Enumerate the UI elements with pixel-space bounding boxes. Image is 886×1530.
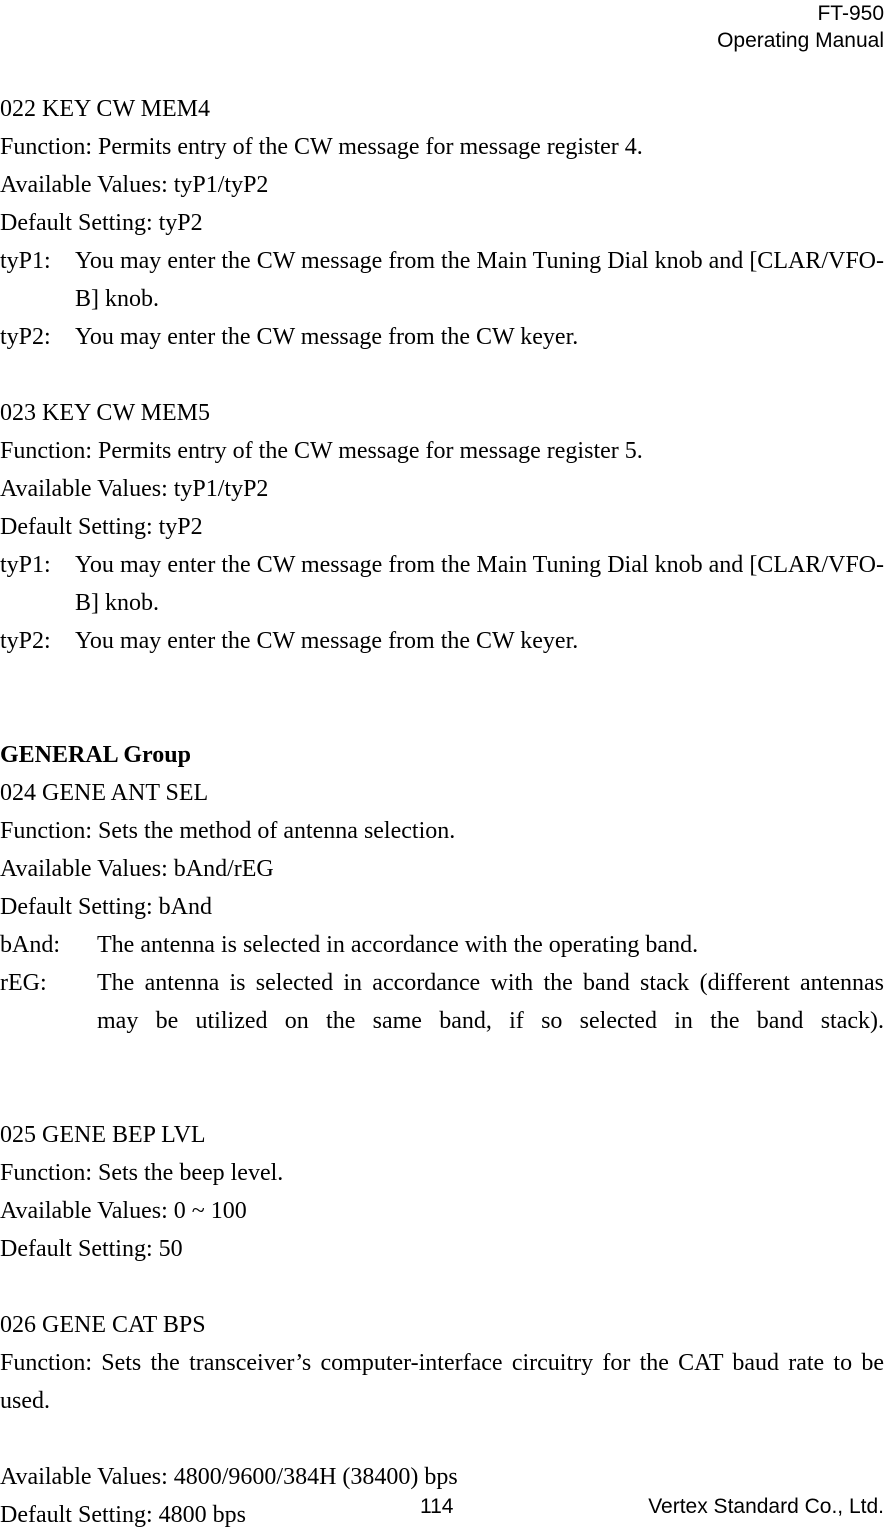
menu-available-values-025: Available Values: 0 ~ 100 — [0, 1198, 247, 1224]
definition-description: The antenna is selected in accordance wi… — [97, 932, 699, 958]
menu-entry-023: 023 KEY CW MEM5 Function: Permits entry … — [0, 394, 884, 660]
definition-term: tyP2: — [0, 628, 51, 654]
definition-term: tyP2: — [0, 324, 51, 350]
group-heading-general: GENERAL Group — [0, 742, 191, 768]
menu-title-026: 026 GENE CAT BPS — [0, 1312, 206, 1338]
definition-description: You may enter the CW message from the Ma… — [75, 552, 884, 616]
page-number: 114 — [420, 1495, 454, 1518]
definition-description: You may enter the CW message from the Ma… — [75, 248, 884, 312]
page-content: 022 KEY CW MEM4 Function: Permits entry … — [0, 90, 884, 1530]
definition-term: tyP1: — [0, 552, 51, 578]
menu-available-values-022: Available Values: tyP1/tyP2 — [0, 172, 269, 198]
manual-page: FT-950 Operating Manual 022 KEY CW MEM4 … — [0, 0, 886, 1530]
header-model-name: FT-950 — [817, 2, 884, 25]
page-footer: 114 Vertex Standard Co., Ltd. — [0, 1492, 884, 1522]
definition-description: The antenna is selected in accordance wi… — [97, 970, 884, 1034]
menu-available-values-023: Available Values: tyP1/tyP2 — [0, 476, 269, 502]
definition-row-typ1-022: tyP1: You may enter the CW message from … — [0, 242, 884, 318]
menu-default-setting-025: Default Setting: 50 — [0, 1236, 183, 1262]
menu-entry-024: 024 GENE ANT SEL Function: Sets the meth… — [0, 774, 884, 1078]
menu-entry-025: 025 GENE BEP LVL Function: Sets the beep… — [0, 1116, 884, 1268]
menu-default-setting-023: Default Setting: tyP2 — [0, 514, 203, 540]
definition-description: You may enter the CW message from the CW… — [75, 628, 579, 654]
definition-description: You may enter the CW message from the CW… — [75, 324, 579, 350]
header-document-title: Operating Manual — [717, 29, 884, 52]
definition-term: tyP1: — [0, 248, 51, 274]
publisher-name: Vertex Standard Co., Ltd. — [648, 1495, 884, 1518]
menu-title-025: 025 GENE BEP LVL — [0, 1122, 206, 1148]
menu-available-values-026: Available Values: 4800/9600/384H (38400)… — [0, 1464, 458, 1490]
menu-title-023: 023 KEY CW MEM5 — [0, 400, 210, 426]
page-header: FT-950 Operating Manual — [0, 0, 884, 54]
definition-row-typ2-023: tyP2: You may enter the CW message from … — [0, 622, 884, 660]
definition-term: bAnd: — [0, 932, 60, 958]
menu-function-022: Function: Permits entry of the CW messag… — [0, 134, 643, 160]
definition-row-reg-024: rEG: The antenna is selected in accordan… — [0, 964, 884, 1078]
definition-row-band-024: bAnd: The antenna is selected in accorda… — [0, 926, 884, 964]
menu-title-024: 024 GENE ANT SEL — [0, 780, 209, 806]
definition-term: rEG: — [0, 970, 47, 996]
menu-default-setting-022: Default Setting: tyP2 — [0, 210, 203, 236]
menu-function-025: Function: Sets the beep level. — [0, 1160, 284, 1186]
menu-entry-022: 022 KEY CW MEM4 Function: Permits entry … — [0, 90, 884, 356]
menu-function-026: Function: Sets the transceiver’s compute… — [0, 1350, 884, 1414]
menu-function-024: Function: Sets the method of antenna sel… — [0, 818, 456, 844]
menu-function-023: Function: Permits entry of the CW messag… — [0, 438, 643, 464]
definition-row-typ2-022: tyP2: You may enter the CW message from … — [0, 318, 884, 356]
menu-available-values-024: Available Values: bAnd/rEG — [0, 856, 274, 882]
definition-row-typ1-023: tyP1: You may enter the CW message from … — [0, 546, 884, 622]
menu-title-022: 022 KEY CW MEM4 — [0, 96, 210, 122]
menu-default-setting-024: Default Setting: bAnd — [0, 894, 212, 920]
